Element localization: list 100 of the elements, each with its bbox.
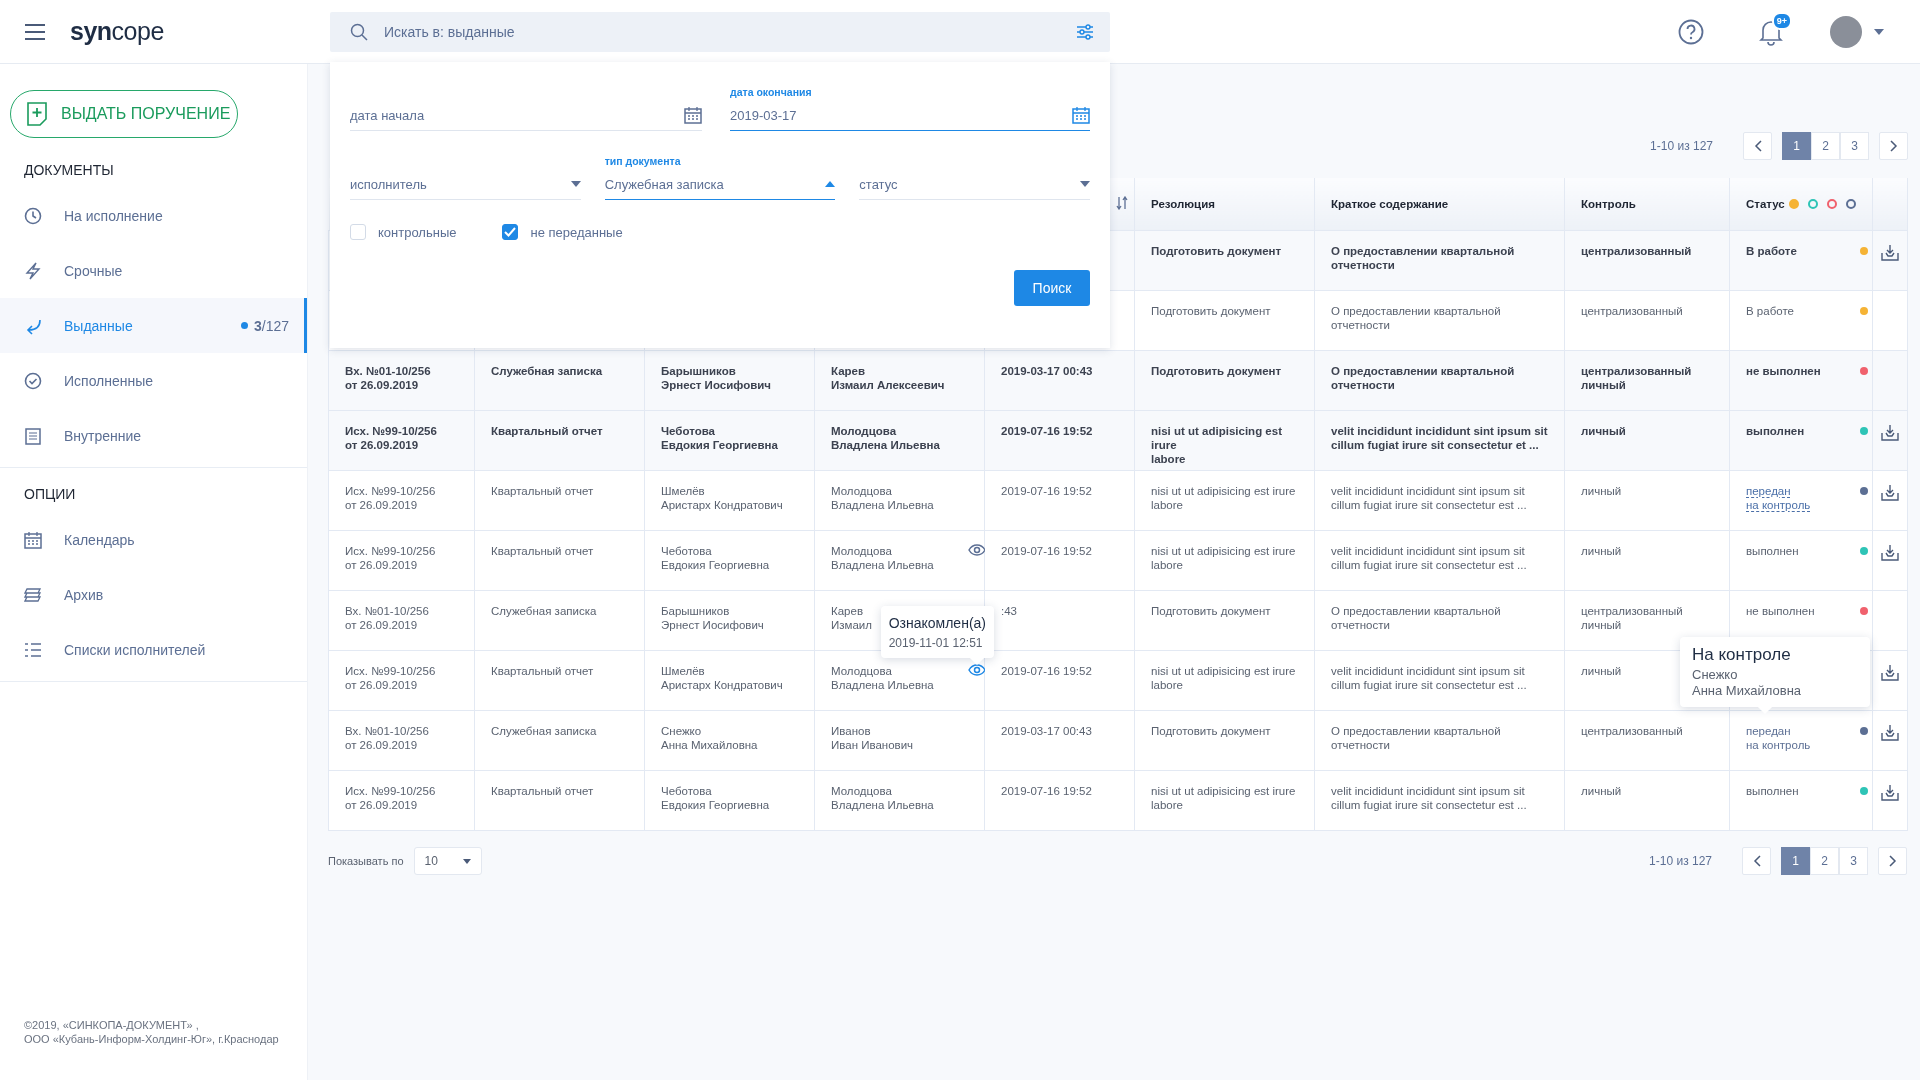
nav-item[interactable]: Исполненные bbox=[0, 353, 307, 408]
resolution-text: Подготовить документ bbox=[1151, 364, 1282, 378]
next-page-button[interactable] bbox=[1878, 847, 1907, 875]
nav-item[interactable]: Архив bbox=[0, 567, 307, 622]
page-button[interactable]: 1 bbox=[1781, 847, 1810, 875]
search-bar[interactable]: Искать в: выданные bbox=[330, 11, 1110, 52]
page-button[interactable]: 2 bbox=[1810, 847, 1839, 875]
download-icon[interactable] bbox=[1881, 244, 1899, 261]
chevron-left-icon bbox=[1753, 140, 1762, 152]
download-icon[interactable] bbox=[1881, 664, 1899, 681]
page-button[interactable]: 2 bbox=[1811, 132, 1840, 160]
status-filter-dot[interactable] bbox=[1789, 199, 1799, 209]
document-type: Квартальный отчет bbox=[491, 664, 594, 678]
select-field[interactable]: статус bbox=[859, 155, 1090, 200]
search-button[interactable]: Поиск bbox=[1014, 270, 1090, 306]
summary-text: velit incididunt incididunt sint ipsum sit cillum fugiat irure sit consectetur est ... bbox=[1331, 784, 1527, 812]
document-number: Исх. №99-10/256 от 26.09.2019 bbox=[345, 424, 437, 452]
nav-item[interactable]: Списки исполнителей bbox=[0, 622, 307, 677]
author-name: Чеботова Евдокия Георгиевна bbox=[661, 544, 770, 572]
date-time: :43 bbox=[1001, 604, 1017, 618]
eye-icon[interactable] bbox=[968, 544, 986, 556]
tooltip-title: На контроле bbox=[1692, 645, 1792, 665]
executor-name: Молодцова Владлена Ильевна bbox=[831, 484, 934, 512]
calendar-icon bbox=[24, 530, 42, 549]
tooltip-text: 2019-11-01 12:51 bbox=[888, 635, 984, 651]
search-input[interactable]: Искать в: выданные bbox=[382, 22, 1062, 41]
date-time: 2019-07-16 19:52 bbox=[1001, 424, 1093, 438]
summary-text: О предоставлении квартальной отчетности bbox=[1331, 604, 1501, 632]
avatar[interactable] bbox=[1830, 15, 1862, 48]
download-icon[interactable] bbox=[1881, 784, 1899, 801]
sort-icon[interactable] bbox=[1116, 196, 1128, 210]
nav-item[interactable]: Выданные 3/127 bbox=[0, 298, 307, 353]
document-number: Исх. №99-10/256 от 26.09.2019 bbox=[345, 484, 436, 512]
tooltip-title: Ознакомлен(а) bbox=[888, 614, 986, 633]
document-number: Вх. №01-10/256 от 26.09.2019 bbox=[345, 724, 429, 752]
column-header[interactable]: Резолюция bbox=[1151, 198, 1215, 210]
page-range: 1-10 из 127 bbox=[1650, 139, 1713, 153]
download-icon[interactable] bbox=[1881, 544, 1899, 561]
nav-item[interactable]: Календарь bbox=[0, 512, 307, 567]
document-type: Квартальный отчет bbox=[491, 424, 603, 438]
select-field[interactable]: тип документа Служебная записка bbox=[604, 155, 836, 200]
status-filter-dot[interactable] bbox=[1846, 199, 1856, 209]
stack-icon bbox=[24, 585, 42, 604]
control-type: централизованный bbox=[1581, 244, 1692, 258]
document-type: Служебная записка bbox=[491, 604, 597, 618]
author-name: Барышников Эрнест Иосифович bbox=[661, 364, 771, 392]
status-text: не выполнен bbox=[1746, 604, 1815, 618]
resolution-text: Подготовить документ bbox=[1151, 724, 1271, 738]
resolution-text: Подготовить документ bbox=[1151, 304, 1271, 318]
menu-icon[interactable] bbox=[24, 23, 46, 40]
column-header[interactable]: Краткое содержание bbox=[1331, 198, 1449, 210]
page-button[interactable]: 3 bbox=[1839, 847, 1868, 875]
control-type: централизованный личный bbox=[1581, 604, 1683, 632]
nav-item[interactable]: Внутренние bbox=[0, 408, 307, 463]
author-name: Снежко Анна Михайловна bbox=[661, 724, 758, 752]
column-header[interactable]: Статус bbox=[1746, 198, 1785, 210]
caret-icon[interactable] bbox=[1874, 28, 1884, 35]
summary-text: О предоставлении квартальной отчетности bbox=[1331, 244, 1515, 272]
column-header[interactable]: Контроль bbox=[1581, 198, 1636, 210]
date-time: 2019-03-17 00:43 bbox=[1001, 364, 1093, 378]
next-page-button[interactable] bbox=[1879, 132, 1908, 160]
document-plus-icon bbox=[27, 102, 47, 126]
filter-settings-icon[interactable] bbox=[1076, 23, 1094, 40]
download-icon[interactable] bbox=[1881, 484, 1899, 501]
page-size-label: Показывать по bbox=[328, 855, 404, 867]
document-number: Исх. №99-10/256 от 26.09.2019 bbox=[345, 784, 436, 812]
document-type: Служебная записка bbox=[491, 364, 603, 378]
issue-order-button[interactable]: ВЫДАТЬ ПОРУЧЕНИЕ bbox=[10, 90, 238, 138]
page-button[interactable]: 1 bbox=[1782, 132, 1811, 160]
calendar-icon[interactable] bbox=[684, 106, 702, 124]
select-field[interactable]: исполнитель bbox=[350, 155, 581, 200]
status-filter-dot[interactable] bbox=[1808, 199, 1818, 209]
lightning-icon bbox=[24, 261, 42, 280]
date-time: 2019-07-16 19:52 bbox=[1001, 784, 1092, 798]
help-icon[interactable] bbox=[1678, 18, 1704, 45]
calendar-icon[interactable] bbox=[1072, 106, 1090, 124]
clock-icon bbox=[24, 206, 42, 225]
chevron-right-icon bbox=[1888, 855, 1897, 867]
search-icon bbox=[350, 22, 368, 41]
summary-text: О предоставлении квартальной отчетности bbox=[1331, 304, 1501, 332]
nav-item[interactable]: На исполнение bbox=[0, 188, 307, 243]
download-icon[interactable] bbox=[1881, 724, 1899, 741]
date-field[interactable]: дата начала bbox=[350, 86, 702, 131]
author-name: Шмелёв Аристарх Кондратович bbox=[661, 664, 783, 692]
status-filter-dot[interactable] bbox=[1827, 199, 1837, 209]
summary-text: О предоставлении квартальной отчетности bbox=[1331, 724, 1501, 752]
date-field[interactable]: дата окончания 2019-03-17 bbox=[730, 86, 1090, 131]
control-type: централизованный bbox=[1581, 724, 1683, 738]
tooltip-text: Снежко Анна Михайловна bbox=[1692, 667, 1803, 699]
checkbox[interactable] bbox=[502, 224, 519, 240]
summary-text: velit incididunt incididunt sint ipsum sit cillum fugiat irure sit consectetur et ... bbox=[1331, 424, 1548, 452]
nav-item[interactable]: Срочные bbox=[0, 243, 307, 298]
eye-icon[interactable] bbox=[968, 664, 986, 676]
download-icon[interactable] bbox=[1881, 424, 1899, 441]
page-size-select[interactable]: 10 bbox=[413, 847, 482, 875]
previous-page-button[interactable] bbox=[1743, 132, 1772, 160]
list-icon bbox=[24, 641, 42, 658]
previous-page-button[interactable] bbox=[1742, 847, 1771, 875]
chevron-left-icon bbox=[1752, 855, 1761, 867]
page-button[interactable]: 3 bbox=[1840, 132, 1869, 160]
